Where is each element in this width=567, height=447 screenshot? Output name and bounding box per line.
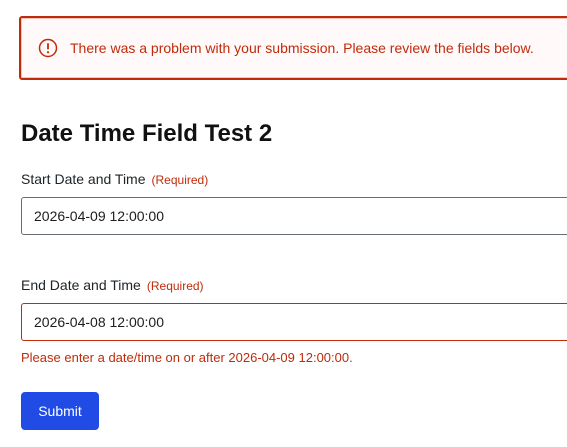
- start-date-required-indicator: (Required): [151, 173, 209, 187]
- error-banner-content: There was a problem with your submission…: [21, 38, 534, 58]
- end-date-validation-message: Please enter a date/time on or after 202…: [21, 350, 353, 365]
- exclamation-circle-icon: [38, 38, 58, 58]
- start-date-label: Start Date and Time (Required): [21, 171, 208, 187]
- start-date-input[interactable]: [21, 197, 567, 235]
- end-date-label-text: End Date and Time: [21, 277, 141, 293]
- end-date-required-indicator: (Required): [146, 279, 204, 293]
- start-date-label-text: Start Date and Time: [21, 171, 146, 187]
- end-date-label: End Date and Time (Required): [21, 277, 204, 293]
- error-banner-message: There was a problem with your submission…: [70, 40, 534, 56]
- form-page: There was a problem with your submission…: [0, 0, 567, 447]
- error-banner: There was a problem with your submission…: [19, 16, 567, 80]
- submit-button[interactable]: Submit: [21, 392, 99, 430]
- form-title: Date Time Field Test 2: [21, 120, 273, 147]
- end-date-input[interactable]: [21, 303, 567, 341]
